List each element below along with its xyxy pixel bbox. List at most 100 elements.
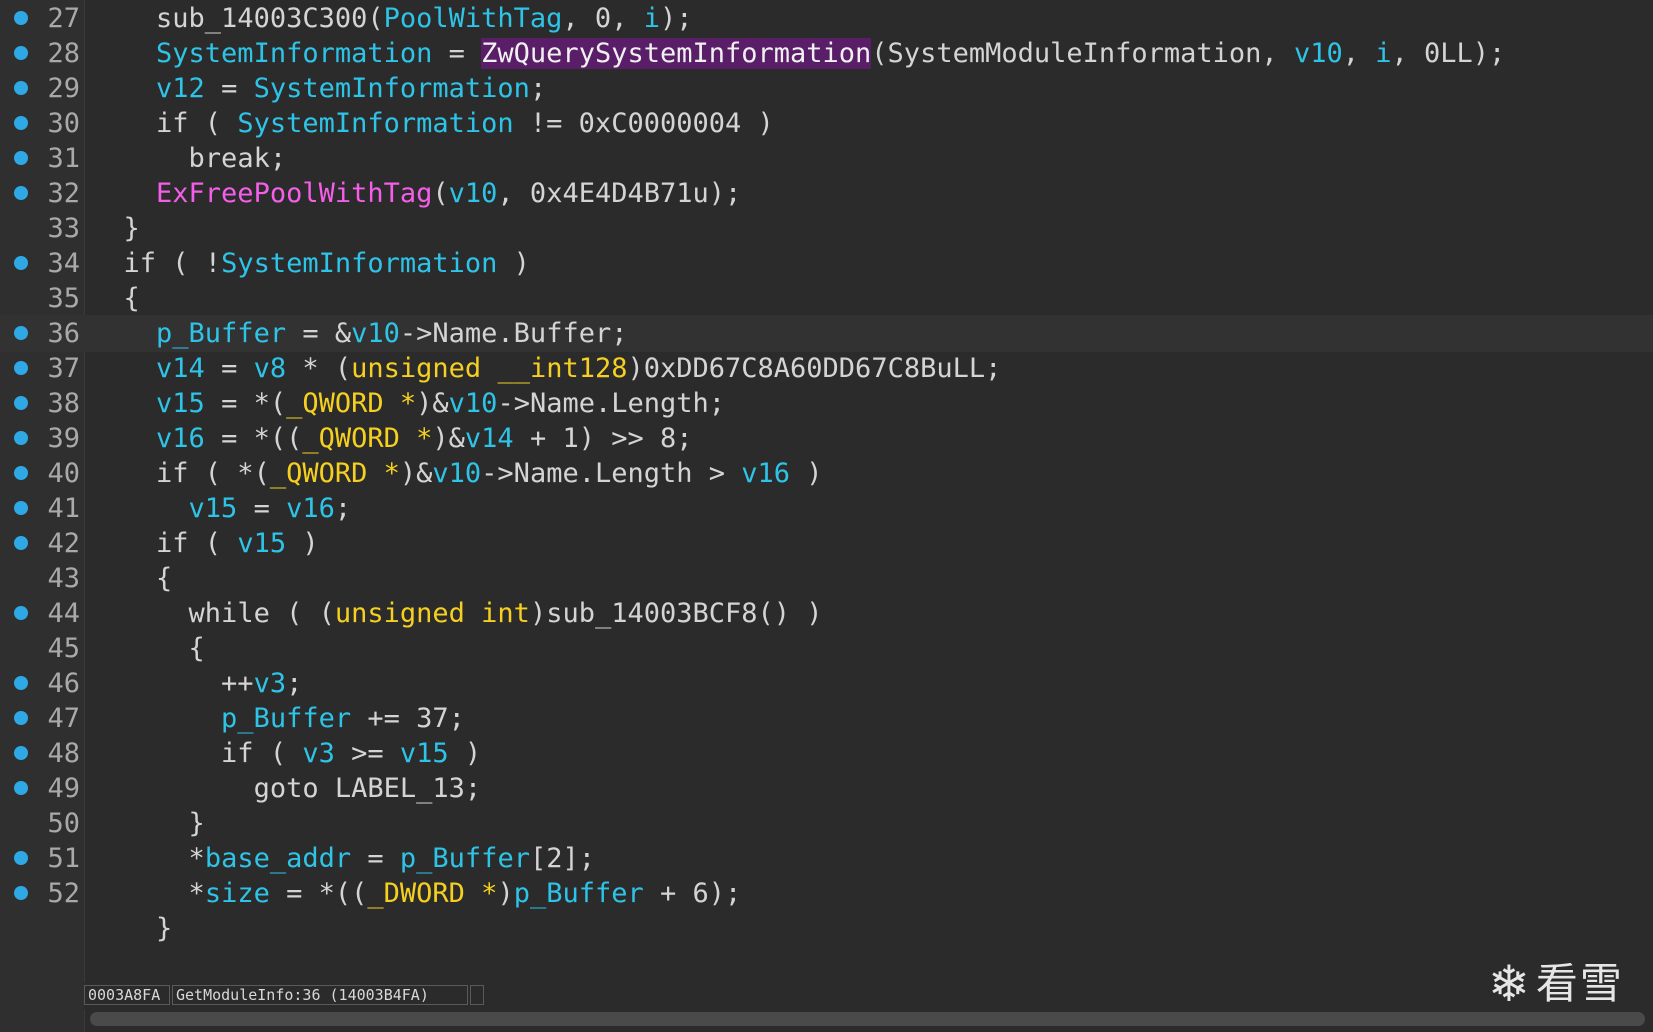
code-line[interactable]: 48 if ( v3 >= v15 ) — [0, 735, 1653, 772]
code-line[interactable]: 43 { — [0, 560, 1653, 597]
identifier-token[interactable]: v14 — [156, 353, 205, 384]
breakpoint-dot-icon[interactable] — [14, 361, 28, 375]
code-text[interactable]: } — [91, 805, 205, 842]
identifier-token[interactable]: v15 — [237, 528, 286, 559]
code-text[interactable]: if ( SystemInformation != 0xC0000004 ) — [91, 105, 774, 142]
identifier-token[interactable]: v15 — [189, 493, 238, 524]
code-line[interactable]: 51 *base_addr = p_Buffer[2]; — [0, 840, 1653, 877]
function-token[interactable]: ExFreePoolWithTag — [156, 178, 432, 209]
code-text[interactable]: } — [91, 210, 140, 247]
breakpoint-dot-icon[interactable] — [14, 116, 28, 130]
identifier-token[interactable]: p_Buffer — [156, 318, 286, 349]
code-text[interactable]: { — [91, 630, 205, 667]
identifier-token[interactable]: v10 — [351, 318, 400, 349]
code-text[interactable]: ++v3; — [91, 665, 302, 702]
identifier-token[interactable]: p_Buffer — [514, 878, 644, 909]
code-line[interactable]: 50 } — [0, 805, 1653, 842]
breakpoint-dot-icon[interactable] — [14, 396, 28, 410]
code-line[interactable]: 52 *size = *((_DWORD *)p_Buffer + 6); — [0, 875, 1653, 912]
code-text[interactable]: { — [91, 280, 140, 317]
code-line[interactable]: 30 if ( SystemInformation != 0xC0000004 … — [0, 105, 1653, 142]
code-line[interactable]: 41 v15 = v16; — [0, 490, 1653, 527]
code-line[interactable]: 28 SystemInformation = ZwQuerySystemInfo… — [0, 35, 1653, 72]
breakpoint-dot-icon[interactable] — [14, 46, 28, 60]
code-line[interactable]: 47 p_Buffer += 37; — [0, 700, 1653, 737]
code-text[interactable]: if ( *(_QWORD *)&v10->Name.Length > v16 … — [91, 455, 823, 492]
breakpoint-dot-icon[interactable] — [14, 886, 28, 900]
code-line[interactable]: 32 ExFreePoolWithTag(v10, 0x4E4D4B71u); — [0, 175, 1653, 212]
code-text[interactable]: v15 = v16; — [91, 490, 352, 527]
identifier-token[interactable]: v10 — [432, 458, 481, 489]
type-token[interactable]: _QWORD * — [270, 458, 400, 489]
code-line[interactable]: 31 break; — [0, 140, 1653, 177]
code-line[interactable]: 33 } — [0, 210, 1653, 247]
code-text[interactable]: p_Buffer = &v10->Name.Buffer; — [91, 315, 627, 352]
breakpoint-dot-icon[interactable] — [14, 781, 28, 795]
code-line[interactable]: 35 { — [0, 280, 1653, 317]
type-token[interactable]: unsigned __int128 — [351, 353, 627, 384]
identifier-token[interactable]: v16 — [741, 458, 790, 489]
code-text[interactable]: *base_addr = p_Buffer[2]; — [91, 840, 595, 877]
identifier-token[interactable]: SystemInformation — [156, 38, 432, 69]
code-text[interactable]: v14 = v8 * (unsigned __int128)0xDD67C8A6… — [91, 350, 1001, 387]
code-text[interactable]: *size = *((_DWORD *)p_Buffer + 6); — [91, 875, 742, 912]
identifier-token[interactable]: v12 — [156, 73, 205, 104]
identifier-token[interactable]: v16 — [286, 493, 335, 524]
identifier-token[interactable]: i — [1375, 38, 1391, 69]
breakpoint-dot-icon[interactable] — [14, 81, 28, 95]
code-line[interactable]: 38 v15 = *(_QWORD *)&v10->Name.Length; — [0, 385, 1653, 422]
code-text[interactable]: goto LABEL_13; — [91, 770, 482, 807]
code-line[interactable]: 44 while ( (unsigned int)sub_14003BCF8()… — [0, 595, 1653, 632]
identifier-token[interactable]: PoolWithTag — [384, 3, 563, 34]
code-line[interactable]: } — [0, 910, 1653, 947]
code-text[interactable]: if ( v3 >= v15 ) — [91, 735, 481, 772]
code-line[interactable]: 46 ++v3; — [0, 665, 1653, 702]
code-line[interactable]: 37 v14 = v8 * (unsigned __int128)0xDD67C… — [0, 350, 1653, 387]
code-text[interactable]: break; — [91, 140, 287, 177]
type-token[interactable]: _QWORD * — [286, 388, 416, 419]
code-line[interactable]: 34 if ( !SystemInformation ) — [0, 245, 1653, 282]
code-text[interactable]: p_Buffer += 37; — [91, 700, 465, 737]
code-text[interactable]: { — [91, 560, 172, 597]
breakpoint-dot-icon[interactable] — [14, 326, 28, 340]
identifier-token[interactable]: size — [205, 878, 270, 909]
identifier-token[interactable]: v14 — [465, 423, 514, 454]
code-text[interactable]: v12 = SystemInformation; — [91, 70, 546, 107]
code-text[interactable]: if ( v15 ) — [91, 525, 319, 562]
identifier-token[interactable]: p_Buffer — [400, 843, 530, 874]
horizontal-scrollbar[interactable] — [86, 1010, 1653, 1028]
code-text[interactable]: sub_14003C300(PoolWithTag, 0, i); — [91, 0, 692, 37]
identifier-token[interactable]: i — [644, 3, 660, 34]
identifier-token[interactable]: v10 — [449, 388, 498, 419]
breakpoint-dot-icon[interactable] — [14, 151, 28, 165]
identifier-token[interactable]: v3 — [302, 738, 335, 769]
breakpoint-dot-icon[interactable] — [14, 606, 28, 620]
breakpoint-dot-icon[interactable] — [14, 536, 28, 550]
breakpoint-dot-icon[interactable] — [14, 711, 28, 725]
code-line[interactable]: 40 if ( *(_QWORD *)&v10->Name.Length > v… — [0, 455, 1653, 492]
identifier-token[interactable]: base_addr — [205, 843, 351, 874]
identifier-token[interactable]: v16 — [156, 423, 205, 454]
identifier-token[interactable]: v15 — [156, 388, 205, 419]
code-text[interactable]: SystemInformation = ZwQuerySystemInforma… — [91, 35, 1505, 72]
code-line[interactable]: 42 if ( v15 ) — [0, 525, 1653, 562]
breakpoint-dot-icon[interactable] — [14, 501, 28, 515]
code-text[interactable]: v15 = *(_QWORD *)&v10->Name.Length; — [91, 385, 725, 422]
function-token[interactable]: ZwQuerySystemInformation — [481, 38, 872, 69]
identifier-token[interactable]: v3 — [254, 668, 287, 699]
breakpoint-dot-icon[interactable] — [14, 851, 28, 865]
breakpoint-dot-icon[interactable] — [14, 11, 28, 25]
breakpoint-dot-icon[interactable] — [14, 256, 28, 270]
identifier-token[interactable]: SystemInformation — [254, 73, 530, 104]
identifier-token[interactable]: p_Buffer — [221, 703, 351, 734]
code-text[interactable]: while ( (unsigned int)sub_14003BCF8() ) — [91, 595, 823, 632]
code-text[interactable]: } — [91, 910, 172, 947]
breakpoint-dot-icon[interactable] — [14, 431, 28, 445]
type-token[interactable]: _QWORD * — [302, 423, 432, 454]
identifier-token[interactable]: SystemInformation — [237, 108, 513, 139]
code-text[interactable]: ExFreePoolWithTag(v10, 0x4E4D4B71u); — [91, 175, 741, 212]
code-line[interactable]: 49 goto LABEL_13; — [0, 770, 1653, 807]
type-token[interactable]: _DWORD * — [367, 878, 497, 909]
code-line[interactable]: 27 sub_14003C300(PoolWithTag, 0, i); — [0, 0, 1653, 37]
identifier-token[interactable]: SystemInformation — [221, 248, 497, 279]
